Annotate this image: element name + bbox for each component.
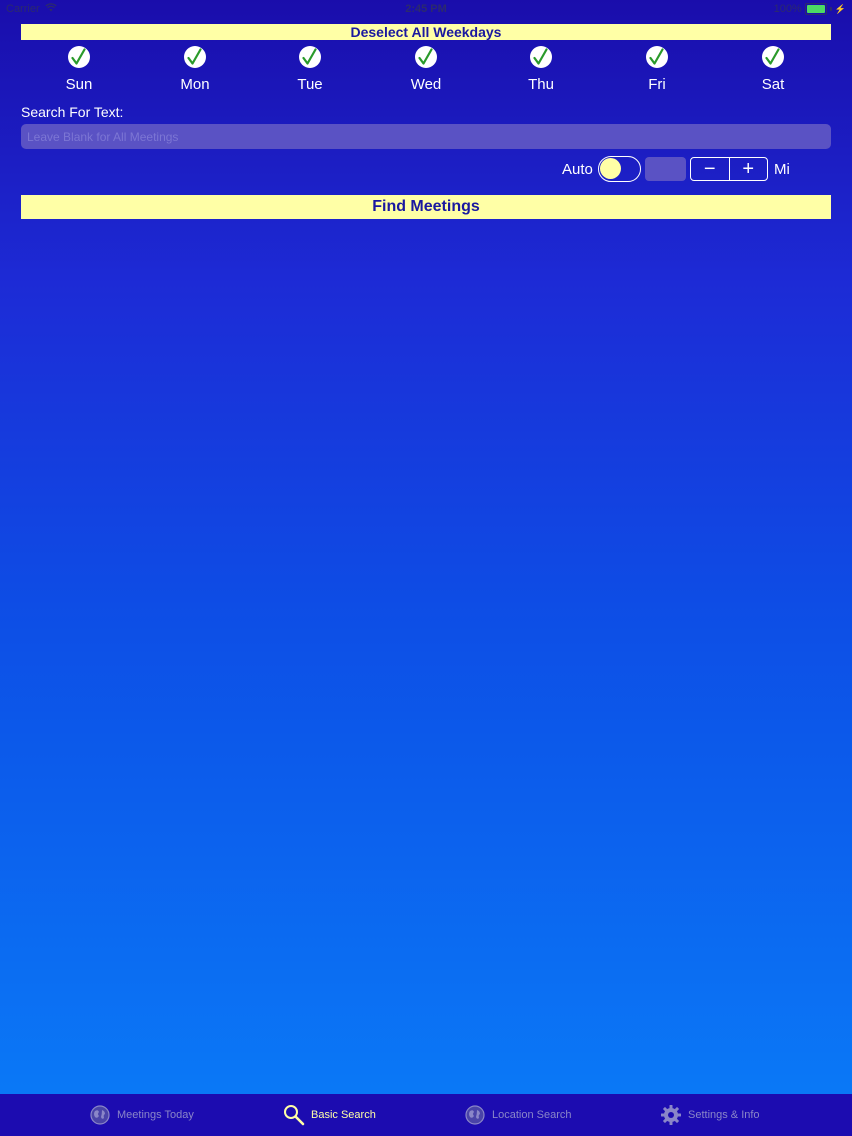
deselect-all-weekdays-button[interactable]: Deselect All Weekdays <box>21 24 831 40</box>
weekday-label: Tue <box>297 76 323 93</box>
charging-icon: ⚡ <box>834 3 846 14</box>
distance-field[interactable] <box>645 157 686 181</box>
tab-label: Location Search <box>492 1109 572 1121</box>
checkmark-icon <box>299 46 321 68</box>
weekday-tue[interactable]: Tue <box>270 46 350 93</box>
tab-location-search[interactable]: Location Search <box>464 1094 572 1136</box>
toggle-knob <box>600 158 621 179</box>
battery-icon <box>804 3 827 15</box>
battery-fill <box>806 5 825 13</box>
auto-label: Auto <box>562 161 593 178</box>
tab-basic-search[interactable]: Basic Search <box>283 1094 376 1136</box>
decrement-button[interactable]: − <box>691 158 729 180</box>
weekday-label: Fri <box>648 76 666 93</box>
weekday-fri[interactable]: Fri <box>617 46 697 93</box>
tab-settings-info[interactable]: Settings & Info <box>660 1094 760 1136</box>
weekday-thu[interactable]: Thu <box>501 46 581 93</box>
tab-meetings-today[interactable]: Meetings Today <box>89 1094 194 1136</box>
weekday-label: Sun <box>65 76 93 93</box>
distance-stepper[interactable]: − + <box>690 157 768 181</box>
weekday-label: Wed <box>410 76 442 93</box>
tab-label: Settings & Info <box>688 1109 760 1121</box>
find-meetings-button[interactable]: Find Meetings <box>21 195 831 219</box>
checkmark-icon <box>415 46 437 68</box>
unit-label: Mi <box>774 161 790 178</box>
search-input[interactable] <box>21 124 831 149</box>
checkmark-icon <box>646 46 668 68</box>
weekday-sun[interactable]: Sun <box>39 46 119 93</box>
weekday-wed[interactable]: Wed <box>386 46 466 93</box>
auto-toggle[interactable] <box>598 156 641 182</box>
battery-tip <box>829 7 832 11</box>
tab-bar: Meetings Today Basic Search Location Sea… <box>0 1094 852 1136</box>
tab-label: Meetings Today <box>117 1109 194 1121</box>
status-bar: Carrier 2:45 PM 100% ⚡ <box>0 0 852 18</box>
weekday-mon[interactable]: Mon <box>155 46 235 93</box>
checkmark-icon <box>184 46 206 68</box>
search-label: Search For Text: <box>21 104 124 120</box>
globe-icon <box>89 1104 111 1126</box>
status-time: 2:45 PM <box>405 3 447 15</box>
weekday-label: Thu <box>528 76 554 93</box>
tab-label: Basic Search <box>311 1109 376 1121</box>
gear-icon <box>660 1104 682 1126</box>
checkmark-icon <box>762 46 784 68</box>
battery-percent: 100% <box>773 3 802 15</box>
status-right: 100% ⚡ <box>774 3 846 15</box>
globe-icon <box>464 1104 486 1126</box>
weekday-label: Mon <box>180 76 210 93</box>
checkmark-icon <box>68 46 90 68</box>
magnifier-icon <box>283 1104 305 1126</box>
increment-button[interactable]: + <box>730 158 768 180</box>
weekday-sat[interactable]: Sat <box>733 46 813 93</box>
checkmark-icon <box>530 46 552 68</box>
weekday-label: Sat <box>761 76 785 93</box>
